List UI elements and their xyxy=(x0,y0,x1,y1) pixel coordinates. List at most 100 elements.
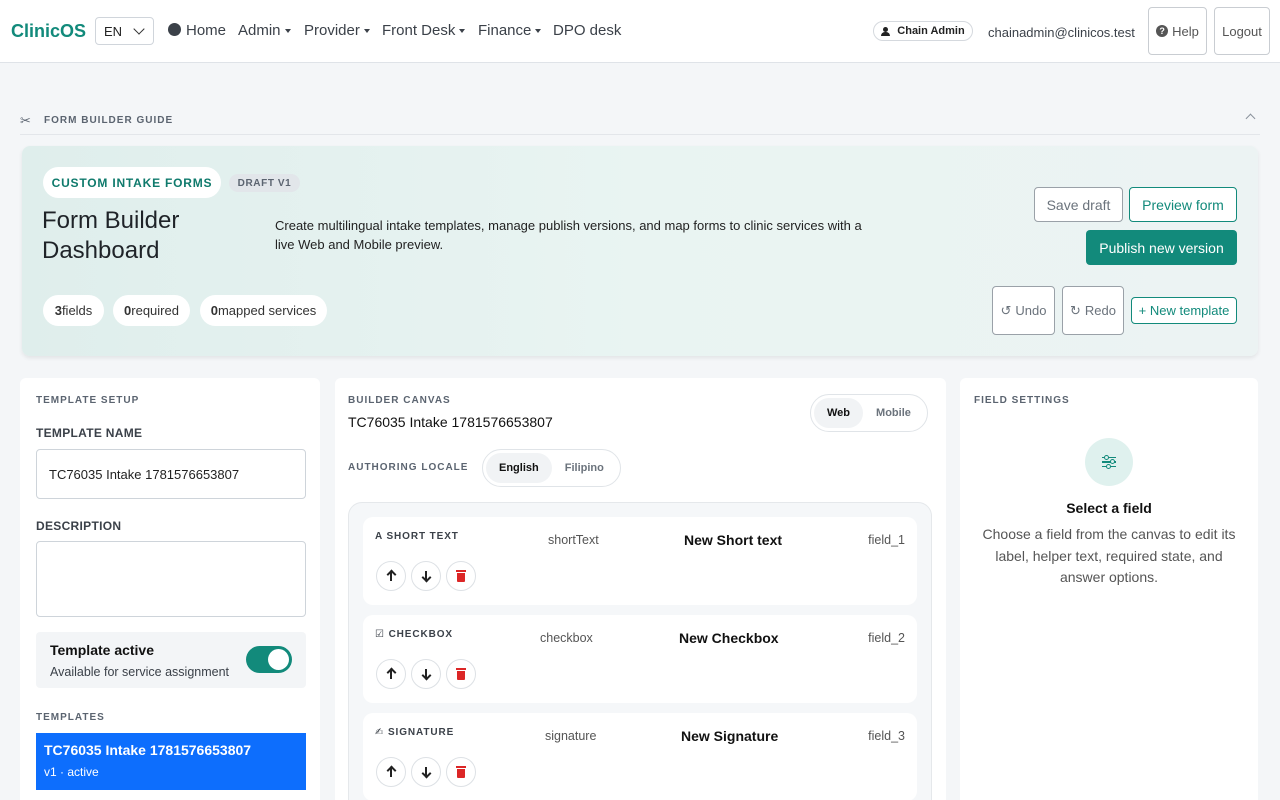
arrow-up-icon xyxy=(386,668,396,680)
move-up-button[interactable] xyxy=(376,757,406,787)
required-count-label: required xyxy=(131,303,179,318)
field-type-label: SIGNATURE xyxy=(387,727,455,738)
field-key: shortText xyxy=(548,533,599,547)
draft-version-badge: DRAFT V1 xyxy=(229,174,300,192)
user-gear-icon xyxy=(881,26,893,36)
logout-button[interactable]: Logout xyxy=(1214,7,1270,55)
field-key: signature xyxy=(545,729,597,743)
move-up-button[interactable] xyxy=(376,659,406,689)
fields-count-label: fields xyxy=(61,303,93,318)
field-card-checkbox[interactable]: ☑ CHECKBOX checkbox New Checkbox field_2 xyxy=(363,615,917,703)
template-item-name: TC76035 Intake 1781576653807 xyxy=(44,742,252,758)
fields-count-value: 3 xyxy=(54,303,62,318)
redo-button[interactable]: ↻ Redo xyxy=(1062,286,1124,335)
page-title: Form Builder Dashboard xyxy=(42,207,180,264)
template-active-subtitle: Available for service assignment xyxy=(50,665,230,679)
help-label: Help xyxy=(1172,23,1199,39)
nav-admin-label: Admin xyxy=(238,22,281,39)
locale-english-tab[interactable]: English xyxy=(486,453,552,483)
save-draft-button[interactable]: Save draft xyxy=(1034,187,1123,222)
fields-count: 3 fields xyxy=(43,295,104,326)
caret-down-icon xyxy=(363,29,370,34)
user-email: chainadmin@clinicos.test xyxy=(988,25,1135,40)
nav-front-desk[interactable]: Front Desk xyxy=(382,22,466,39)
move-down-button[interactable] xyxy=(411,659,441,689)
trash-icon xyxy=(456,766,466,778)
logout-label: Logout xyxy=(1222,23,1262,39)
undo-label: Undo xyxy=(1015,303,1047,318)
page-description: Create multilingual intake templates, ma… xyxy=(275,218,862,252)
nav-dpo-desk[interactable]: DPO desk xyxy=(553,22,621,39)
language-select[interactable]: EN xyxy=(95,17,154,45)
arrow-up-icon xyxy=(386,766,396,778)
intake-forms-tag: CUSTOM INTAKE FORMS xyxy=(43,167,221,198)
trash-icon xyxy=(456,668,466,680)
help-button[interactable]: ? Help xyxy=(1148,7,1207,55)
locale-filipino-tab[interactable]: Filipino xyxy=(552,453,617,483)
publish-version-button[interactable]: Publish new version xyxy=(1086,230,1237,265)
field-card-signature[interactable]: ✍ SIGNATURE signature New Signature fiel… xyxy=(363,713,917,800)
move-down-button[interactable] xyxy=(411,757,441,787)
question-circle-icon: ? xyxy=(1156,25,1169,37)
description-label: DESCRIPTION xyxy=(36,519,122,533)
undo-button[interactable]: ↺ Undo xyxy=(992,286,1055,335)
mapped-services-count-label: mapped services xyxy=(217,303,317,318)
view-mobile-tab[interactable]: Mobile xyxy=(863,398,924,428)
description-textarea[interactable] xyxy=(36,541,306,617)
field-id: field_1 xyxy=(868,533,905,547)
nav-home-label: Home xyxy=(186,22,227,39)
hero-card: CUSTOM INTAKE FORMS DRAFT V1 Form Builde… xyxy=(22,146,1258,356)
template-setup-caption: TEMPLATE SETUP xyxy=(36,395,140,406)
field-key: checkbox xyxy=(540,631,593,645)
role-badge: Chain Admin xyxy=(873,21,973,41)
field-label: New Signature xyxy=(681,728,779,744)
view-web-tab[interactable]: Web xyxy=(814,398,864,428)
nav-provider[interactable]: Provider xyxy=(304,22,370,39)
field-type: ☑ CHECKBOX xyxy=(375,629,453,640)
caret-down-icon xyxy=(459,29,466,34)
canvas-template-name: TC76035 Intake 1781576653807 xyxy=(348,414,553,430)
field-type: ✍ SIGNATURE xyxy=(375,727,454,738)
caret-down-icon xyxy=(284,29,291,34)
template-active-switch[interactable] xyxy=(246,646,292,673)
undo-icon: ↺ xyxy=(1000,302,1012,318)
signature-icon: ✍ xyxy=(375,727,385,738)
tools-icon: ✂ xyxy=(20,113,31,128)
nav-home[interactable]: Home xyxy=(168,22,226,39)
new-template-button[interactable]: + New template xyxy=(1131,297,1237,324)
nav-finance[interactable]: Finance xyxy=(478,22,542,39)
brand-logo[interactable]: ClinicOS xyxy=(11,21,86,42)
sliders-icon xyxy=(1085,438,1133,486)
caret-down-icon xyxy=(535,29,542,34)
chevron-up-icon[interactable] xyxy=(1245,113,1256,124)
arrow-down-icon xyxy=(421,766,431,778)
field-type-label: CHECKBOX xyxy=(388,629,453,640)
field-label: New Checkbox xyxy=(679,630,779,646)
nav-admin[interactable]: Admin xyxy=(238,22,291,39)
builder-canvas-panel: BUILDER CANVAS TC76035 Intake 1781576653… xyxy=(335,378,946,800)
chevron-down-icon xyxy=(133,23,145,35)
checkbox-icon: ☑ xyxy=(375,629,385,640)
preview-form-button[interactable]: Preview form xyxy=(1129,187,1237,222)
move-up-button[interactable] xyxy=(376,561,406,591)
delete-field-button[interactable] xyxy=(446,757,476,787)
template-list-item[interactable]: TC76035 Intake 1781576653807 v1 · active xyxy=(36,733,306,790)
authoring-locale-caption: AUTHORING LOCALE xyxy=(348,462,469,473)
delete-field-button[interactable] xyxy=(446,561,476,591)
guide-label: FORM BUILDER GUIDE xyxy=(44,115,174,126)
top-navbar: ClinicOS EN Home Admin Provider Front De… xyxy=(0,0,1280,63)
template-active-toggle-row: Template active Available for service as… xyxy=(36,632,306,688)
builder-canvas-caption: BUILDER CANVAS xyxy=(348,395,451,406)
field-type-label: SHORT TEXT xyxy=(386,531,459,542)
nav-provider-label: Provider xyxy=(304,22,360,39)
field-type: A SHORT TEXT xyxy=(375,531,459,542)
view-toggle: Web Mobile xyxy=(810,394,928,432)
template-name-input[interactable]: TC76035 Intake 1781576653807 xyxy=(36,449,306,499)
form-builder-guide-header[interactable]: ✂ FORM BUILDER GUIDE xyxy=(20,113,1260,135)
required-count: 0 required xyxy=(113,295,190,326)
delete-field-button[interactable] xyxy=(446,659,476,689)
move-down-button[interactable] xyxy=(411,561,441,591)
field-card-short-text[interactable]: A SHORT TEXT shortText New Short text fi… xyxy=(363,517,917,605)
field-settings-panel: FIELD SETTINGS Select a field Choose a f… xyxy=(960,378,1258,800)
field-settings-caption: FIELD SETTINGS xyxy=(974,395,1070,406)
